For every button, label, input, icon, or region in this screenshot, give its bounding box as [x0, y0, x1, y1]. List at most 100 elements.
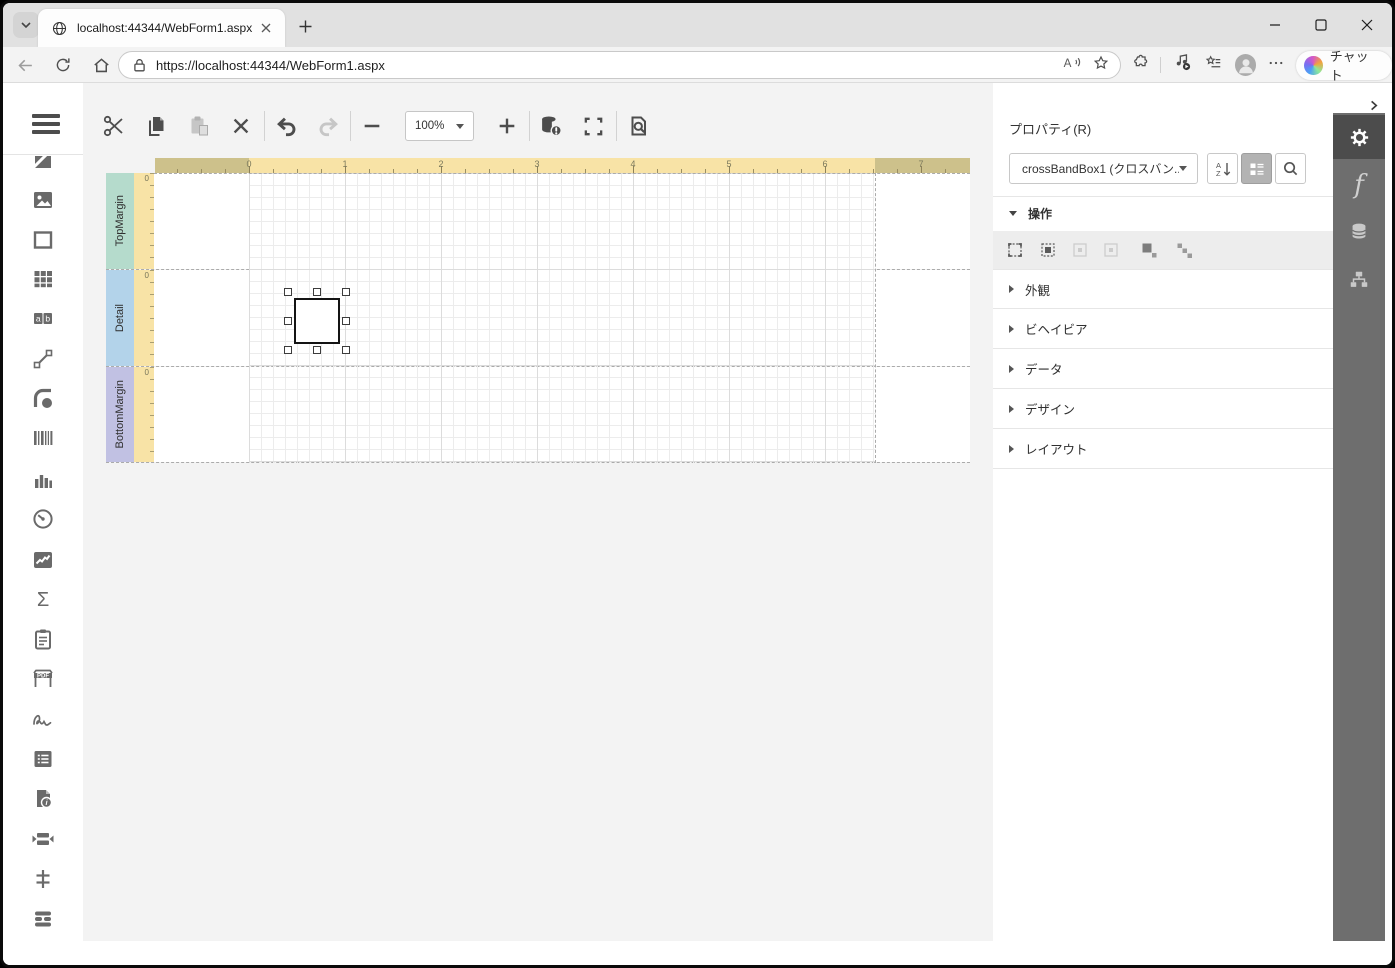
sidebar-tab-expressions[interactable]: f [1333, 163, 1385, 207]
home-button[interactable] [89, 53, 113, 77]
section-design[interactable]: デザイン [993, 389, 1333, 429]
profile-avatar[interactable] [1234, 54, 1257, 76]
section-data[interactable]: データ [993, 349, 1333, 389]
op-center-vertical-button[interactable] [1102, 241, 1120, 259]
tool-picture[interactable] [3, 187, 83, 213]
tool-pdf[interactable]: PDF [3, 666, 83, 692]
resize-handle-e[interactable] [342, 317, 350, 325]
collections-button[interactable] [1204, 53, 1224, 78]
section-behavior[interactable]: ビヘイビア [993, 309, 1333, 349]
toolbox-divider [3, 154, 83, 155]
toolbox-menu-button[interactable] [31, 111, 61, 137]
tool-rectangle[interactable] [3, 227, 83, 253]
toolbar-separator [264, 111, 265, 141]
op-size-to-smallest-button[interactable] [1175, 241, 1193, 259]
titlebar: localhost:44344/WebForm1.aspx [3, 3, 1392, 47]
resize-handle-ne[interactable] [342, 288, 350, 296]
band-content[interactable] [154, 270, 970, 366]
selected-object-name: crossBandBox1 (クロスバン... [1022, 162, 1179, 176]
tool-gauge[interactable] [3, 506, 83, 532]
minimize-button[interactable] [1252, 6, 1298, 44]
tool-sparkline[interactable] [3, 547, 83, 573]
fullscreen-button[interactable] [580, 113, 606, 139]
sidebar-tab-report-explorer[interactable] [1333, 258, 1385, 302]
tool-overflow-placeholder[interactable] [3, 906, 83, 932]
band-content[interactable] [154, 173, 970, 269]
maximize-button[interactable] [1298, 6, 1344, 44]
section-operations[interactable]: 操作 [993, 196, 1333, 231]
person-icon [1239, 59, 1253, 74]
resize-handle-sw[interactable] [284, 346, 292, 354]
back-button[interactable] [13, 53, 37, 77]
cut-button[interactable] [101, 113, 127, 139]
tool-checkbox[interactable]: ab [3, 306, 83, 332]
tool-chart[interactable] [3, 467, 83, 493]
ruler-number: 2 [438, 159, 444, 169]
section-appearance[interactable]: 外観 [993, 269, 1333, 309]
collapse-panel-button[interactable] [1363, 95, 1383, 115]
categorized-view-button[interactable] [1241, 153, 1272, 184]
page-right-boundary [875, 173, 876, 463]
zoom-out-button[interactable] [359, 113, 385, 139]
resize-handle-se[interactable] [342, 346, 350, 354]
pdf-icon: PDF [33, 669, 53, 687]
object-selector-dropdown[interactable]: crossBandBox1 (クロスバン... [1009, 153, 1198, 184]
resize-handle-n[interactable] [313, 288, 321, 296]
band-label-detail[interactable]: Detail [106, 270, 134, 366]
tool-report-info[interactable]: i [3, 786, 83, 812]
op-fit-width-button[interactable] [1006, 241, 1024, 259]
sort-alphabetical-button[interactable]: AZ [1207, 153, 1238, 184]
resize-handle-s[interactable] [313, 346, 321, 354]
tool-signature[interactable] [3, 706, 83, 732]
sidebar-tab-data[interactable] [1333, 210, 1385, 254]
database-alert-icon [542, 116, 562, 137]
paste-button[interactable] [186, 113, 212, 139]
data-sources-button[interactable] [538, 113, 564, 139]
copy-button[interactable] [143, 113, 169, 139]
url-bar[interactable]: https://localhost:44344/WebForm1.aspx A [118, 51, 1121, 79]
tool-input-field[interactable] [3, 626, 83, 652]
close-window-button[interactable] [1344, 6, 1390, 44]
tab-search-button[interactable] [13, 12, 39, 38]
tab-close-button[interactable] [257, 19, 275, 37]
section-layout[interactable]: レイアウト [993, 429, 1333, 469]
toolbar-separator [616, 111, 617, 141]
op-fit-container-button[interactable] [1039, 241, 1057, 259]
more-menu-button[interactable] [1267, 54, 1285, 77]
resize-handle-w[interactable] [284, 317, 292, 325]
band-label-top-margin[interactable]: TopMargin [106, 173, 134, 269]
op-center-horizontal-button[interactable] [1071, 241, 1089, 259]
search-properties-button[interactable] [1275, 153, 1306, 184]
resize-handle-nw[interactable] [284, 288, 292, 296]
refresh-button[interactable] [51, 53, 75, 77]
tool-cross-band-line[interactable] [3, 866, 83, 892]
read-aloud-button[interactable]: A [1062, 54, 1082, 77]
tool-formula[interactable]: Σ [3, 586, 83, 612]
tool-table[interactable] [3, 266, 83, 292]
zoom-in-button[interactable] [494, 113, 520, 139]
selected-cross-band-box[interactable] [294, 298, 340, 344]
new-tab-button[interactable] [294, 15, 316, 37]
band-label-bottom-margin[interactable]: BottomMargin [106, 367, 134, 462]
op-size-to-largest-button[interactable] [1140, 241, 1158, 259]
operations-toolbar [993, 231, 1333, 269]
tool-table-of-contents[interactable] [3, 746, 83, 772]
favorite-star-button[interactable] [1092, 54, 1110, 77]
tool-cross-band-box[interactable] [3, 826, 83, 852]
tool-line[interactable] [3, 346, 83, 372]
sidebar-tab-properties[interactable] [1333, 115, 1385, 159]
delete-button[interactable] [228, 113, 254, 139]
band-content[interactable] [154, 367, 970, 462]
copilot-chat-button[interactable]: チャット [1296, 49, 1392, 83]
extensions-button[interactable] [1130, 53, 1149, 77]
undo-button[interactable] [273, 113, 299, 139]
tool-textbox[interactable] [3, 156, 83, 175]
redo-button[interactable] [315, 113, 341, 139]
preview-button[interactable] [625, 113, 651, 139]
caret-down-icon [1009, 211, 1017, 216]
browser-tab[interactable]: localhost:44344/WebForm1.aspx [38, 9, 285, 47]
tool-barcode[interactable] [3, 425, 83, 451]
media-controls-button[interactable] [1172, 52, 1193, 78]
tool-shape[interactable] [3, 386, 83, 412]
zoom-level-dropdown[interactable]: 100% [405, 111, 474, 141]
